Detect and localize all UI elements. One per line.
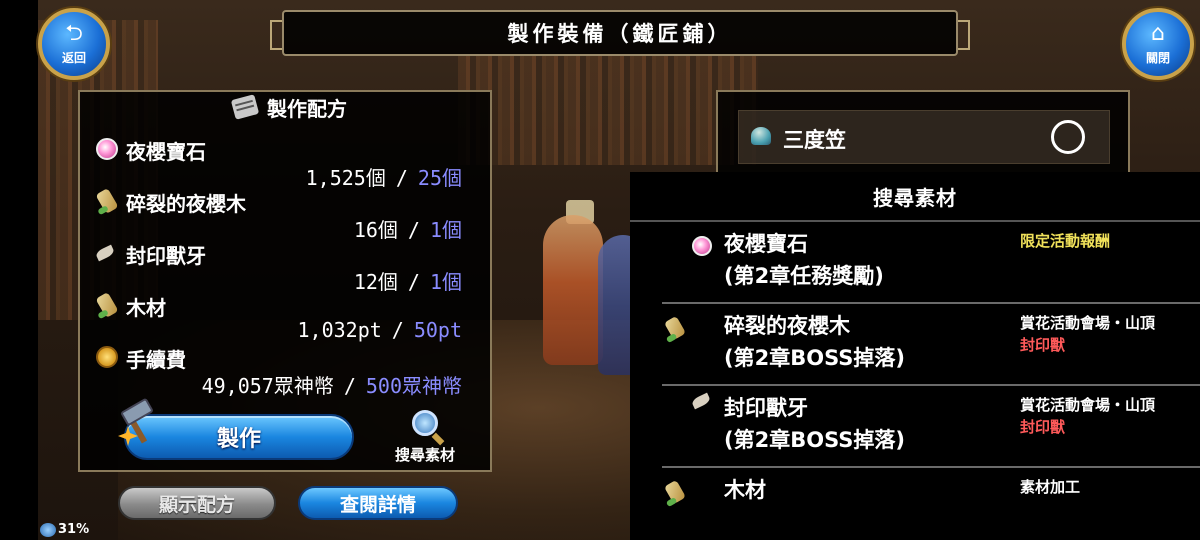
- source-location-line1: 賞花活動會場・山頂: [1020, 314, 1156, 332]
- equipment-name: 三度笠: [783, 128, 846, 152]
- show-recipe-button[interactable]: 顯示配方: [118, 486, 276, 520]
- source-material-name: 封印獸牙 (第2章BOSS掉落): [724, 392, 905, 456]
- material-quantity: 16個 / 1個: [354, 214, 462, 243]
- scroll-icon: [230, 94, 260, 120]
- status-circle-icon: [1051, 120, 1085, 154]
- source-location-line1: 限定活動報酬: [1020, 232, 1111, 250]
- player-character: [543, 215, 603, 365]
- material-have: 16個: [353, 218, 398, 242]
- recipe-panel: 製作配方 夜櫻寶石 1,525個 / 25個 碎裂的夜櫻木 16個 / 1個 封印獸牙 …: [78, 90, 492, 472]
- material-row: 碎裂的夜櫻木 16個 / 1個: [94, 187, 484, 243]
- back-button-label: 返回: [61, 50, 86, 65]
- source-name-line1: 封印獸牙: [724, 396, 808, 420]
- source-name-line1: 夜櫻寶石: [724, 232, 808, 256]
- recipe-header: 製作配方: [200, 92, 380, 122]
- title-bar: 製作裝備（鐵匠鋪）: [270, 10, 970, 56]
- source-location-line1: 素材加工: [1020, 478, 1081, 496]
- wood-icon: [663, 479, 687, 505]
- material-name: 封印獸牙: [126, 244, 206, 268]
- battery-percent: 31%: [58, 522, 90, 537]
- magnifier-icon: [412, 410, 438, 436]
- source-location-line2: 封印獸: [1020, 336, 1066, 354]
- material-name: 木材: [126, 296, 166, 320]
- recipe-title: 製作配方: [267, 96, 347, 121]
- view-details-button[interactable]: 查閱詳情: [298, 486, 458, 520]
- bookshelf: [458, 55, 758, 165]
- material-need: 500眾神幣: [365, 374, 462, 398]
- wood-icon: [663, 315, 687, 341]
- material-need: 1個: [429, 270, 462, 294]
- gem-icon: [692, 236, 712, 256]
- hat-icon: [751, 127, 771, 145]
- page-title: 製作裝備（鐵匠鋪）: [507, 22, 733, 46]
- source-location-line1: 賞花活動會場・山頂: [1020, 396, 1156, 414]
- quantity-separator: /: [391, 318, 404, 342]
- source-material-name: 夜櫻寶石 (第2章任務獎勵): [724, 228, 884, 292]
- source-name-line2: (第2章BOSS掉落): [724, 346, 905, 370]
- search-materials-label: 搜尋素材: [394, 446, 455, 464]
- material-have: 12個: [353, 270, 398, 294]
- material-quantity: 1,525個 / 25個: [306, 162, 462, 191]
- search-materials-button[interactable]: 搜尋素材: [380, 410, 470, 468]
- material-name: 手續費: [126, 348, 186, 372]
- hammer-icon: [116, 397, 164, 448]
- material-need: 50pt: [413, 318, 462, 342]
- equipment-item[interactable]: 三度笠: [738, 110, 1110, 164]
- source-row[interactable]: 封印獸牙 (第2章BOSS掉落) 賞花活動會場・山頂 封印獸: [662, 388, 1200, 468]
- material-have: 1,525個: [305, 166, 386, 190]
- battery-indicator: 31%: [40, 522, 89, 537]
- fee-row: 手續費 49,057眾神幣 / 500眾神幣: [94, 344, 484, 399]
- source-location: 賞花活動會場・山頂 封印獸: [1020, 394, 1155, 438]
- source-row[interactable]: 夜櫻寶石 (第2章任務獎勵) 限定活動報酬: [662, 224, 1200, 304]
- close-button[interactable]: ⌂ 關閉: [1122, 8, 1194, 80]
- wood-icon: [95, 187, 119, 215]
- popup-header: 搜尋素材: [630, 172, 1200, 222]
- material-have: 1,032pt: [297, 318, 382, 342]
- material-source-popup: 搜尋素材 夜櫻寶石 (第2章任務獎勵) 限定活動報酬 碎裂的夜櫻木 (第2章BO…: [630, 172, 1200, 540]
- quantity-separator: /: [343, 374, 356, 398]
- source-name-line1: 碎裂的夜櫻木: [724, 314, 850, 338]
- source-row[interactable]: 碎裂的夜櫻木 (第2章BOSS掉落) 賞花活動會場・山頂 封印獸: [662, 306, 1200, 386]
- source-material-name: 碎裂的夜櫻木 (第2章BOSS掉落): [724, 310, 905, 374]
- return-arrow-icon: ⮌: [65, 20, 83, 46]
- back-button[interactable]: ⮌ 返回: [38, 8, 110, 80]
- material-need: 1個: [429, 218, 462, 242]
- show-recipe-label: 顯示配方: [158, 493, 235, 516]
- fang-icon: [94, 244, 116, 262]
- material-name: 碎裂的夜櫻木: [126, 192, 246, 216]
- quantity-separator: /: [407, 218, 420, 242]
- source-location: 限定活動報酬: [1020, 230, 1110, 252]
- home-icon: ⌂: [1151, 20, 1165, 46]
- battery-icon: [40, 522, 56, 537]
- popup-title: 搜尋素材: [873, 185, 957, 210]
- source-name-line1: 木材: [724, 478, 766, 502]
- material-quantity: 1,032pt / 50pt: [297, 318, 462, 342]
- source-location: 素材加工: [1020, 476, 1080, 498]
- material-row: 封印獸牙 12個 / 1個: [94, 240, 484, 295]
- wood-icon: [95, 291, 119, 319]
- source-row[interactable]: 木材 素材加工: [662, 470, 1200, 540]
- source-material-name: 木材: [724, 474, 766, 506]
- gem-icon: [96, 138, 118, 160]
- material-quantity: 49,057眾神幣 / 500眾神幣: [202, 370, 462, 399]
- material-name: 夜櫻寶石: [126, 140, 206, 164]
- source-name-line2: (第2章任務獎勵): [724, 264, 884, 288]
- source-location-line2: 封印獸: [1020, 418, 1066, 436]
- material-have: 49,057眾神幣: [201, 374, 334, 398]
- fang-icon: [690, 392, 712, 410]
- view-details-label: 查閱詳情: [339, 493, 416, 516]
- material-row: 木材 1,032pt / 50pt: [94, 291, 484, 344]
- quantity-separator: /: [395, 166, 408, 190]
- equipment-panel: 三度笠: [716, 90, 1130, 174]
- close-button-label: 關閉: [1145, 50, 1170, 65]
- coin-icon: [96, 346, 118, 368]
- material-row: 夜櫻寶石 1,525個 / 25個: [94, 136, 484, 191]
- source-location: 賞花活動會場・山頂 封印獸: [1020, 312, 1155, 356]
- left-letterbox: [0, 0, 38, 540]
- source-name-line2: (第2章BOSS掉落): [724, 428, 905, 452]
- material-need: 25個: [417, 166, 462, 190]
- quantity-separator: /: [407, 270, 420, 294]
- material-quantity: 12個 / 1個: [354, 266, 462, 295]
- make-button-label: 製作: [216, 427, 261, 452]
